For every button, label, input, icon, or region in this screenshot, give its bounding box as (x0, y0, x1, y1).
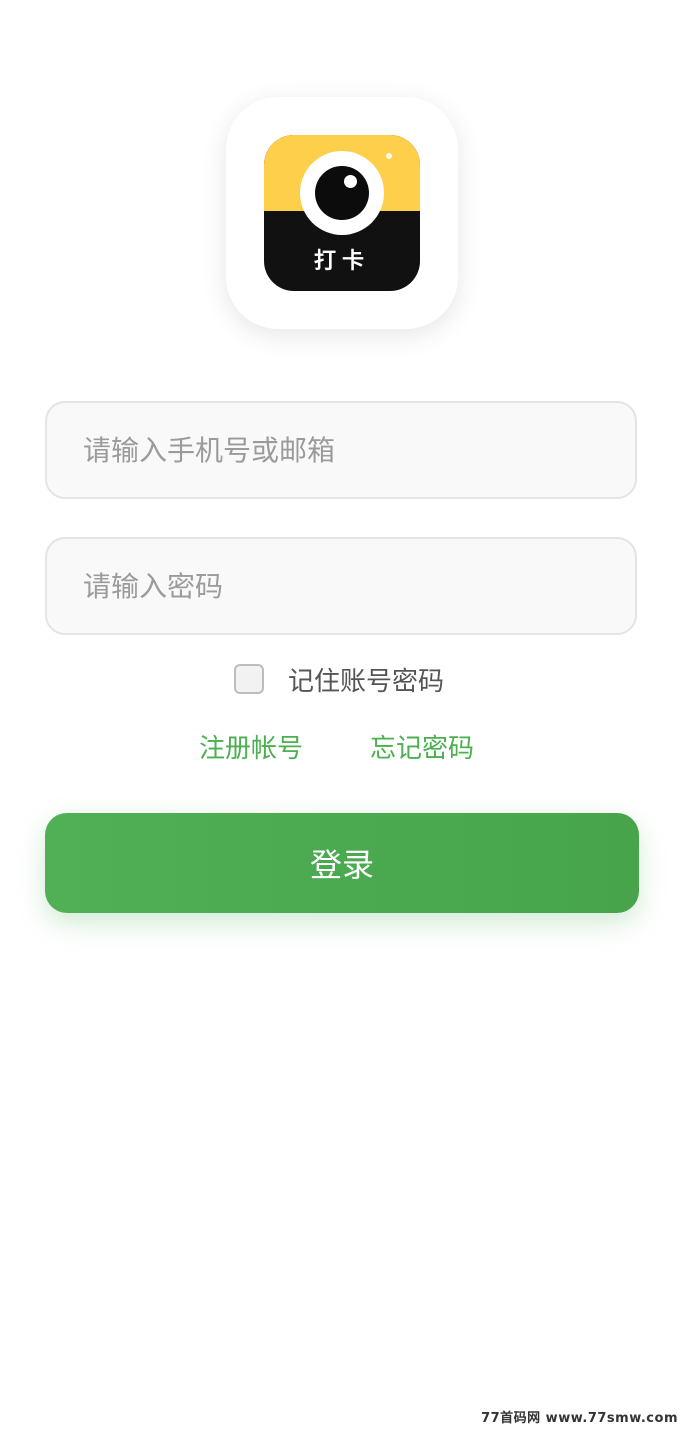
flash-dot (386, 153, 392, 159)
auth-links: 注册帐号 忘记密码 (0, 728, 684, 768)
password-input[interactable] (47, 539, 635, 633)
lens (315, 166, 369, 220)
login-page: 打卡 记住账号密码 注册帐号 忘记密码 登录 77首码网 www.77smw.c… (0, 0, 684, 1434)
lens-glint (344, 175, 357, 188)
login-button[interactable]: 登录 (45, 813, 639, 913)
account-field[interactable] (45, 401, 637, 499)
remember-row[interactable]: 记住账号密码 (234, 660, 444, 698)
account-input[interactable] (47, 403, 635, 497)
password-field[interactable] (45, 537, 637, 635)
remember-checkbox[interactable] (234, 664, 264, 694)
camera-logo-icon: 打卡 (264, 135, 420, 291)
register-link[interactable]: 注册帐号 (199, 728, 303, 765)
forgot-password-link[interactable]: 忘记密码 (370, 728, 474, 765)
watermark: 77首码网 www.77smw.com (481, 1411, 678, 1426)
app-logo-card: 打卡 (226, 97, 458, 329)
logo-text: 打卡 (313, 249, 370, 274)
remember-label[interactable]: 记住账号密码 (288, 661, 444, 698)
